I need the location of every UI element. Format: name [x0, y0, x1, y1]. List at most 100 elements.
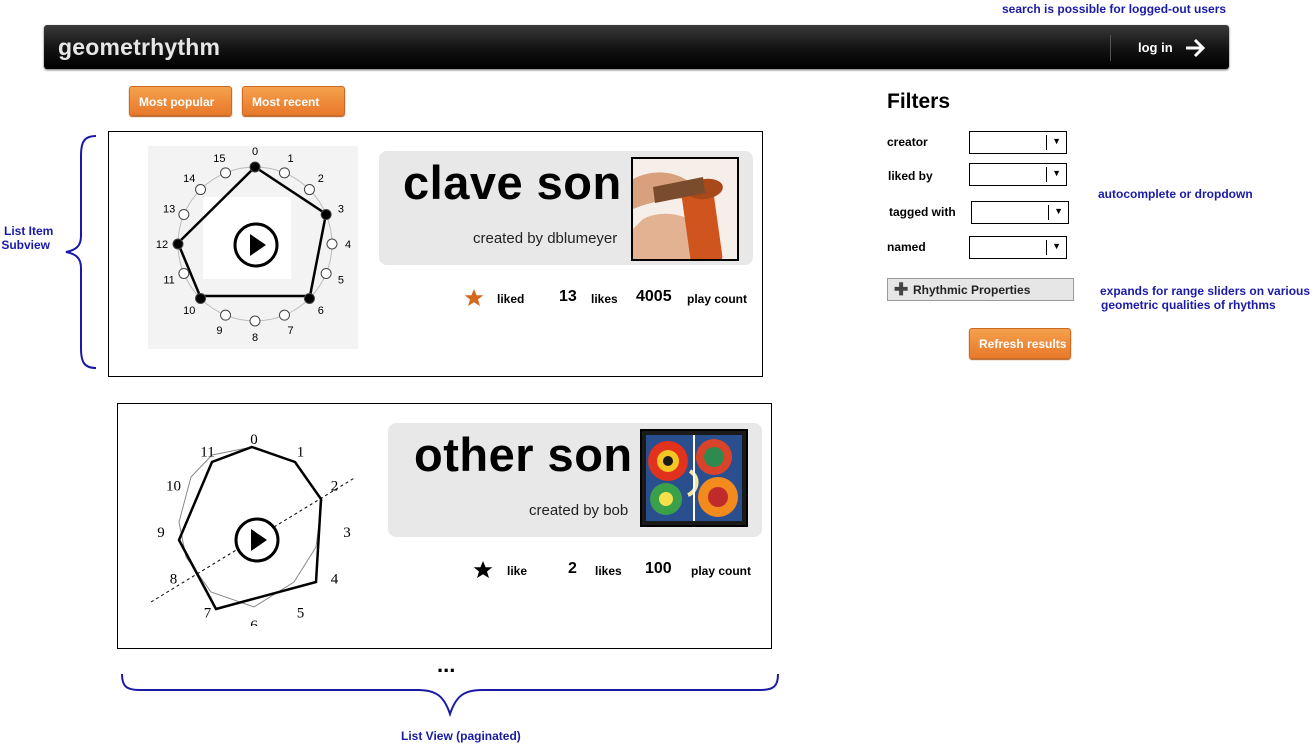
likes-count: 2 [568, 560, 577, 577]
chevron-down-icon[interactable]: ▼ [1052, 168, 1061, 178]
clave-image-icon [633, 159, 737, 259]
brand-logo[interactable]: geometrhythm [58, 34, 220, 61]
rhythmic-properties-toggle[interactable]: ✚ Rhythmic Properties [887, 278, 1074, 301]
beat-label: 3 [343, 525, 351, 541]
beat-label: 10 [183, 305, 195, 317]
list-item-subview-line2: Subview [1, 238, 51, 252]
list-view-note: List View (paginated) [401, 729, 521, 743]
beat-dot [326, 238, 338, 250]
beat-label: 11 [200, 444, 214, 460]
beat-label: 12 [156, 239, 168, 251]
list-view-brace-icon [121, 673, 779, 718]
likes-label: likes [591, 292, 618, 306]
navbar-divider [1110, 35, 1111, 61]
play-count: 4005 [636, 288, 672, 305]
beat-label: 4 [345, 239, 351, 251]
filters-title: Filters [887, 90, 951, 113]
plus-icon[interactable]: ✚ [894, 280, 908, 300]
named-select[interactable]: ▼ [969, 236, 1067, 259]
chevron-down-icon[interactable]: ▼ [1052, 136, 1061, 146]
beat-dot [178, 209, 190, 221]
beat-label: 4 [331, 572, 339, 588]
creator-label: creator [887, 135, 928, 149]
creator-label[interactable]: created by bob [529, 502, 628, 519]
beat-dot [220, 309, 232, 321]
autocomplete-note: autocomplete or dropdown [1098, 187, 1253, 201]
beat-dot [195, 184, 207, 196]
expands-note-line2: geometric qualities of rhythms [1101, 298, 1276, 312]
top-navbar: geometrhythm log in [44, 25, 1229, 69]
expands-note: expands for range sliders on various geo… [1100, 284, 1310, 312]
title-panel: clave son created by dblumeyer [379, 151, 753, 265]
beat-label: 8 [252, 332, 258, 344]
beat-label: 6 [250, 618, 258, 626]
rhythm-wheel: 0 1 2 3 4 5 6 7 8 9 10 11 [146, 422, 366, 634]
onset-dot [249, 161, 261, 173]
beat-label: 14 [183, 173, 195, 185]
rhythm-wheel-svg: 0 1 2 3 4 5 6 7 8 9 10 11 [150, 432, 357, 634]
star-icon[interactable] [473, 560, 493, 580]
star-icon[interactable] [464, 288, 484, 308]
rhythm-title[interactable]: other son [414, 427, 633, 482]
onset-dot [195, 292, 207, 304]
beat-label: 13 [163, 203, 175, 215]
beat-label: 15 [213, 153, 225, 165]
list-item: 0 1 2 3 4 5 6 7 8 9 10 11 other son created by bob [117, 403, 772, 649]
liked-label[interactable]: liked [497, 292, 524, 306]
title-panel: other son created by bob [388, 423, 762, 537]
likes-count: 13 [559, 288, 577, 305]
beat-label: 8 [170, 572, 178, 588]
beat-label: 1 [297, 444, 305, 460]
beat-dot [249, 315, 261, 327]
refresh-results-button[interactable]: Refresh results [969, 328, 1071, 359]
beat-label: 2 [331, 479, 339, 495]
play-count-label: play count [687, 292, 748, 306]
beat-label: 0 [250, 432, 258, 448]
chevron-down-icon[interactable]: ▼ [1054, 206, 1063, 216]
play-count: 100 [645, 560, 672, 577]
beat-label: 11 [163, 275, 174, 287]
beat-dot [278, 167, 290, 179]
rhythm-wheel: 0 1 2 3 4 5 6 7 8 9 10 11 12 13 14 15 [148, 146, 358, 349]
search-note: search is possible for logged-out users [1002, 2, 1227, 16]
likes-label: likes [595, 564, 622, 578]
most-popular-button[interactable]: Most popular [129, 86, 232, 116]
rhythmic-properties-label[interactable]: Rhythmic Properties [913, 283, 1030, 297]
creator-select[interactable]: ▼ [969, 131, 1067, 154]
onset-dot [320, 209, 332, 221]
beat-dot [278, 309, 290, 321]
beat-label: 9 [157, 525, 165, 541]
most-recent-button[interactable]: Most recent [242, 86, 345, 116]
expands-note-line1: expands for range sliders on various [1100, 284, 1311, 298]
creator-label[interactable]: created by dblumeyer [473, 230, 617, 247]
chevron-down-icon[interactable]: ▼ [1052, 241, 1061, 251]
login-arrow-icon[interactable] [1184, 37, 1206, 59]
liked-by-select[interactable]: ▼ [969, 163, 1067, 186]
play-count-label: play count [691, 564, 752, 578]
list-item-subview-note: List Item Subview [1, 224, 53, 252]
beat-label: 5 [338, 275, 344, 287]
beat-dot [303, 184, 315, 196]
beat-label: 1 [288, 153, 294, 165]
abstract-painting-icon [642, 431, 746, 525]
rhythm-thumbnail [631, 157, 739, 261]
tagged-with-select[interactable]: ▼ [971, 201, 1069, 224]
beat-dot [220, 167, 232, 179]
named-label: named [887, 240, 926, 254]
beat-label: 3 [338, 203, 344, 215]
onset-dot [303, 292, 315, 304]
beat-label: 9 [216, 325, 222, 337]
onset-dot [172, 238, 184, 250]
list-item: 0 1 2 3 4 5 6 7 8 9 10 11 12 13 14 15 clave son created… [108, 131, 763, 377]
beat-label: 7 [204, 606, 212, 622]
login-link[interactable]: log in [1138, 40, 1173, 55]
rhythm-title[interactable]: clave son [403, 155, 622, 210]
like-label[interactable]: like [507, 564, 527, 578]
beat-label: 10 [166, 479, 181, 495]
subview-brace-icon [65, 135, 97, 369]
rhythm-wheel-svg: 0123456789101112131415 [156, 146, 351, 344]
beat-label: 2 [318, 173, 324, 185]
beat-label: 5 [297, 606, 305, 622]
tagged-with-label: tagged with [889, 205, 956, 219]
beat-label: 0 [252, 146, 258, 158]
